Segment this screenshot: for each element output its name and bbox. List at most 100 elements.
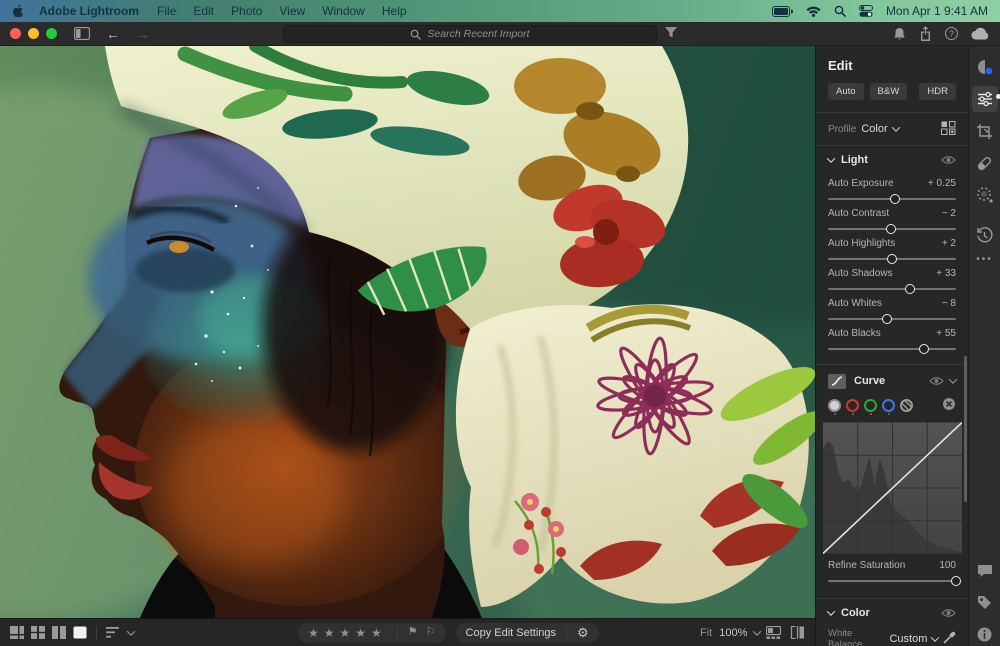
slider-auto-blacks[interactable]: Auto Blacks+ 55 [828, 328, 956, 350]
channel-green-button[interactable] [864, 399, 877, 412]
back-arrow-icon[interactable]: ← [106, 27, 120, 41]
slider-knob[interactable] [919, 344, 929, 354]
help-icon[interactable]: ? [945, 27, 958, 40]
color-collapse-chevron-icon[interactable] [827, 607, 835, 615]
comments-icon[interactable] [977, 564, 993, 578]
slider-auto-highlights[interactable]: Auto Highlights+ 2 [828, 238, 956, 260]
profile-chevron-down-icon[interactable] [891, 123, 899, 131]
copy-edit-settings-button[interactable]: Copy Edit Settings [466, 627, 557, 639]
curve-visibility-eye-icon[interactable] [929, 376, 944, 386]
eyedropper-icon[interactable] [943, 631, 956, 644]
filmstrip-toggle-icon[interactable] [766, 626, 781, 639]
slider-label: Auto Shadows [828, 268, 893, 279]
menubar-items: File Edit Photo View Window Help [157, 4, 424, 18]
battery-icon [772, 6, 793, 17]
zoom-chevron-down-icon[interactable] [753, 627, 761, 635]
square-grid-view-icon[interactable] [31, 626, 45, 639]
channel-red-button[interactable] [846, 399, 859, 412]
channel-mixed-button[interactable] [900, 399, 913, 412]
zoom-window-button[interactable] [46, 28, 57, 39]
reject-flag-icon[interactable]: ⚐ [426, 627, 436, 638]
cloud-sync-status-icon[interactable] [972, 54, 998, 80]
keywords-tag-icon[interactable] [977, 595, 992, 610]
hdr-button[interactable]: HDR [919, 83, 956, 100]
macos-menubar: Adobe Lightroom File Edit Photo View Window H… [0, 0, 1000, 22]
spotlight-search-icon[interactable] [834, 5, 846, 17]
slider-auto-exposure[interactable]: Auto Exposure+ 0.25 [828, 178, 956, 200]
close-window-button[interactable] [10, 28, 21, 39]
menubar-item-view[interactable]: View [279, 4, 305, 18]
menubar-item-help[interactable]: Help [382, 4, 407, 18]
healing-brush-icon[interactable] [972, 150, 998, 176]
white-balance-value[interactable]: Custom [889, 633, 927, 645]
edit-header-section: Edit Auto B&W HDR [816, 58, 968, 113]
menubar-item-file[interactable]: File [157, 4, 176, 18]
slider-knob[interactable] [882, 314, 892, 324]
bw-button[interactable]: B&W [870, 83, 908, 100]
light-collapse-chevron-icon[interactable] [827, 154, 835, 162]
reset-curve-icon[interactable] [942, 397, 956, 414]
control-center-icon[interactable] [859, 5, 873, 17]
search-input[interactable]: Search Recent Import [283, 25, 657, 43]
tone-curve-histogram[interactable] [823, 422, 962, 554]
slider-value: + 2 [942, 238, 956, 249]
share-icon[interactable] [919, 26, 932, 41]
more-tools-icon[interactable]: ••• [976, 254, 993, 265]
channel-rgb-button[interactable] [828, 399, 841, 412]
slider-auto-shadows[interactable]: Auto Shadows+ 33 [828, 268, 956, 290]
slider-knob[interactable] [887, 254, 897, 264]
edit-sliders-icon[interactable] [972, 86, 998, 112]
profile-value[interactable]: Color [861, 123, 887, 135]
filter-icon[interactable] [664, 26, 678, 39]
light-visibility-eye-icon[interactable] [941, 155, 956, 165]
forward-arrow-icon[interactable]: → [136, 27, 150, 41]
photo-grid-view-icon[interactable] [10, 626, 24, 639]
sort-order-icon[interactable] [106, 627, 120, 638]
menubar-item-window[interactable]: Window [322, 4, 365, 18]
notifications-bell-icon[interactable] [893, 27, 906, 41]
photo-portrait-woman-headscarf [0, 46, 815, 618]
sidebar-toggle-icon[interactable] [74, 27, 90, 40]
menubar-item-edit[interactable]: Edit [193, 4, 214, 18]
panel-scrollbar[interactable] [964, 356, 967, 502]
apple-logo-icon[interactable] [12, 4, 25, 18]
curve-icon[interactable] [828, 374, 846, 389]
menubar-item-photo[interactable]: Photo [231, 4, 262, 18]
menubar-clock[interactable]: Mon Apr 1 9:41 AM [886, 4, 988, 18]
slider-knob[interactable] [951, 576, 961, 586]
color-visibility-eye-icon[interactable] [941, 608, 956, 618]
slider-knob[interactable] [905, 284, 915, 294]
view-mode-switcher [10, 626, 87, 639]
menubar-app-name[interactable]: Adobe Lightroom [39, 4, 139, 18]
profile-section: Profile Color [816, 113, 968, 146]
slider-auto-whites[interactable]: Auto Whites− 8 [828, 298, 956, 320]
info-icon[interactable] [977, 627, 992, 642]
photo-canvas[interactable] [0, 46, 815, 618]
minimize-window-button[interactable] [28, 28, 39, 39]
cloud-sync-icon[interactable] [971, 27, 990, 40]
zoom-level-value[interactable]: 100% [719, 627, 747, 639]
white-balance-label: White Balance [828, 628, 884, 646]
profile-browser-grid-icon[interactable] [941, 121, 956, 135]
detail-view-icon-active[interactable] [73, 626, 87, 639]
compare-view-icon[interactable] [52, 626, 66, 639]
chevron-down-icon[interactable] [127, 627, 135, 635]
refine-saturation-slider[interactable]: Refine Saturation 100 [828, 560, 956, 582]
auto-button[interactable]: Auto [828, 83, 864, 100]
star-rating[interactable]: ★★★★★ [308, 627, 387, 639]
divider [96, 626, 97, 640]
channel-blue-button[interactable] [882, 399, 895, 412]
slider-knob[interactable] [890, 194, 900, 204]
before-after-view-icon[interactable] [790, 626, 805, 639]
crop-rotate-icon[interactable] [972, 118, 998, 144]
filmstrip-toolbar: ★★★★★ ⚑ ⚐ Copy Edit Settings ⚙ Fit 100% [0, 618, 815, 646]
gear-icon[interactable]: ⚙ [577, 626, 589, 639]
white-balance-chevron-down-icon[interactable] [931, 633, 939, 641]
slider-auto-contrast[interactable]: Auto Contrast− 2 [828, 208, 956, 230]
curve-collapse-chevron-icon[interactable] [949, 375, 957, 383]
slider-knob[interactable] [886, 224, 896, 234]
versions-history-icon[interactable] [972, 222, 998, 248]
masking-icon[interactable] [972, 182, 998, 208]
light-section-label: Light [841, 154, 868, 166]
pick-flag-icon[interactable]: ⚑ [408, 627, 418, 638]
